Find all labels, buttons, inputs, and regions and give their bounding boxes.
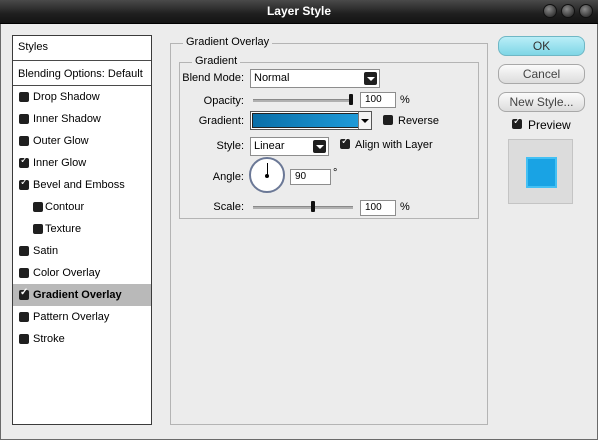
style-checkbox[interactable] [33,224,43,234]
style-item-label: Inner Shadow [33,113,101,125]
style-item-inner-glow[interactable]: Inner Glow [13,152,151,174]
gradient-overlay-title: Gradient Overlay [183,36,273,48]
style-item-stroke[interactable]: Stroke [13,328,151,350]
opacity-slider-track[interactable] [253,99,353,102]
style-label: Style: [216,140,244,152]
style-item-texture[interactable]: Texture [13,218,151,240]
style-checkbox[interactable] [19,154,29,168]
style-item-contour[interactable]: Contour [13,196,151,218]
styles-header[interactable]: Styles [13,36,151,61]
scale-slider-track[interactable] [253,206,353,209]
angle-center-dot [265,174,269,178]
style-select[interactable]: Linear [250,137,329,156]
style-checkbox[interactable] [19,92,29,102]
blend-mode-value: Normal [254,72,290,84]
style-checkbox[interactable] [33,202,43,212]
style-item-bevel-and-emboss[interactable]: Bevel and Emboss [13,174,151,196]
preview-checkbox[interactable] [512,115,522,129]
scale-label: Scale: [213,201,244,213]
gradient-preview[interactable] [252,113,359,128]
style-item-label: Bevel and Emboss [33,179,125,191]
maximize-button[interactable] [561,4,575,18]
style-item-label: Texture [45,223,82,235]
style-checkbox[interactable] [19,246,29,256]
gradient-picker[interactable] [250,111,372,130]
opacity-label: Opacity: [203,95,244,107]
style-checkbox[interactable] [19,136,29,146]
style-checkbox[interactable] [19,286,29,300]
ok-button[interactable]: OK [498,36,585,56]
gradient-subgroup-title: Gradient [192,55,241,67]
scale-slider-thumb[interactable] [311,201,315,212]
style-item-label: Color Overlay [33,267,101,279]
style-item-drop-shadow[interactable]: Drop Shadow [13,86,151,108]
window-title: Layer Style [266,4,332,18]
style-item-pattern-overlay[interactable]: Pattern Overlay [13,306,151,328]
style-item-satin[interactable]: Satin [13,240,151,262]
minimize-button[interactable] [543,4,557,18]
blend-mode-label: Blend Mode: [182,72,244,84]
blending-options-item[interactable]: Blending Options: Default [13,63,151,86]
style-preview-box [508,139,573,204]
style-checkbox[interactable] [19,312,29,322]
style-item-label: Gradient Overlay [33,289,122,301]
style-preview-swatch [526,157,557,188]
style-checkbox[interactable] [19,176,29,190]
style-item-inner-shadow[interactable]: Inner Shadow [13,108,151,130]
degree-sign: ° [333,167,338,179]
gradient-label: Gradient: [198,115,244,127]
style-item-label: Inner Glow [33,157,87,169]
angle-input[interactable]: 90 [290,169,331,185]
close-button[interactable] [579,4,593,18]
style-checkbox[interactable] [19,268,29,278]
gradient-dropdown-icon[interactable] [358,112,371,129]
opacity-slider-thumb[interactable] [349,94,353,105]
style-item-label: Drop Shadow [33,91,100,103]
style-item-color-overlay[interactable]: Color Overlay [13,262,151,284]
style-item-label: Satin [33,245,59,257]
angle-dial[interactable] [249,157,285,193]
style-item-gradient-overlay[interactable]: Gradient Overlay [13,284,151,306]
styles-list: Styles Blending Options: Default Drop Sh… [12,35,152,425]
style-item-label: Outer Glow [33,135,89,147]
scale-input[interactable]: 100 [360,200,396,216]
style-value: Linear [254,140,285,152]
reverse-checkbox[interactable] [383,115,393,125]
align-with-layer-checkbox[interactable] [340,135,350,149]
chevron-down-icon [364,72,377,85]
angle-label: Angle: [212,171,244,183]
style-item-label: Pattern Overlay [33,311,110,323]
cancel-button[interactable]: Cancel [498,64,585,84]
style-checkbox[interactable] [19,334,29,344]
opacity-percent-sign: % [400,94,410,106]
style-item-label: Stroke [33,333,65,345]
opacity-input[interactable]: 100 [360,92,396,108]
style-checkbox[interactable] [19,114,29,124]
preview-label: Preview [528,118,571,132]
scale-percent-sign: % [400,201,410,213]
chevron-down-icon [313,140,326,153]
reverse-label: Reverse [398,115,439,127]
style-item-outer-glow[interactable]: Outer Glow [13,130,151,152]
title-bar: Layer Style [0,0,598,24]
new-style-button[interactable]: New Style... [498,92,585,112]
align-with-layer-label: Align with Layer [355,139,433,151]
style-item-label: Contour [45,201,85,213]
blend-mode-select[interactable]: Normal [250,69,380,88]
